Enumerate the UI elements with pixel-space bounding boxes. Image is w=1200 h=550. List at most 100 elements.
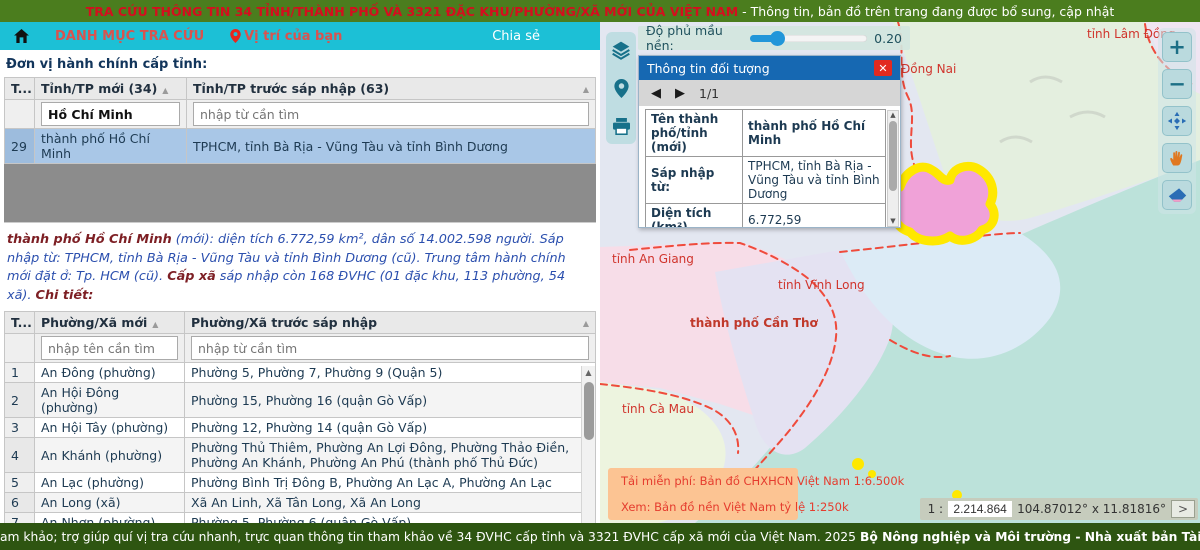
left-panel: Đơn vị hành chính cấp tỉnh: T... Tỉnh/TP… xyxy=(0,50,600,523)
top-title-bar: TRA CỨU THÔNG TIN 34 TỈNH/THÀNH PHỐ VÀ 3… xyxy=(0,0,1200,22)
scale-input[interactable] xyxy=(948,501,1012,517)
col-header-old-ward[interactable]: Phường/Xã trước sáp nhập▲ xyxy=(185,312,596,334)
close-icon: ✕ xyxy=(878,62,887,75)
ward-old-filter-input[interactable] xyxy=(191,336,589,360)
scroll-up-icon[interactable]: ▲ xyxy=(585,366,591,380)
next-feature-button[interactable]: ▶ xyxy=(675,87,685,100)
opacity-control: Độ phủ mầu nền: 0.20 xyxy=(638,26,910,50)
map-canvas[interactable]: tỉnh Lâm Đồng Đồng Nai tỉnh An Giang tỉn… xyxy=(600,22,1200,523)
attr-row: Diện tích (km²)6.772,59 xyxy=(646,204,886,228)
pan-icon xyxy=(1167,111,1187,131)
zoom-in-button[interactable]: + xyxy=(1162,32,1192,62)
share-button[interactable]: Chia sẻ xyxy=(492,29,540,44)
app-window: TRA CỨU THÔNG TIN 34 TỈNH/THÀNH PHỐ VÀ 3… xyxy=(0,0,1200,550)
map-label-ca-mau: tỉnh Cà Mau xyxy=(622,402,694,416)
nav-location-label: Vị trí của bạn xyxy=(244,29,342,44)
scale-prefix: 1 : xyxy=(928,502,944,516)
chevron-right-icon: > xyxy=(1178,502,1188,516)
ward-row[interactable]: 7An Nhơn (phường)Phường 5, Phường 6 (quậ… xyxy=(5,513,596,523)
pan-hand-button[interactable] xyxy=(1162,143,1192,173)
feature-attributes-table: Tên thành phố/tỉnh (mới)thành phố Hồ Chí… xyxy=(645,109,886,227)
sort-icon: ▲ xyxy=(583,319,589,328)
ward-table-scrollbar[interactable]: ▲ ▼ xyxy=(581,366,595,523)
pin-icon xyxy=(230,29,241,43)
zoom-out-button[interactable]: − xyxy=(1162,69,1192,99)
cursor-coordinates: 104.87012° x 11.81816° xyxy=(1017,502,1166,516)
footer-marquee: am khảo; trợ giúp quí vị tra cứu nhanh, … xyxy=(0,530,856,544)
col-header-new-province[interactable]: Tỉnh/TP mới (34)▲ xyxy=(35,78,187,100)
view-basemap-link[interactable]: Xem: Bản đồ nền Việt Nam tỷ lệ 1:250k xyxy=(616,500,790,514)
popup-close-button[interactable]: ✕ xyxy=(874,60,892,76)
opacity-label: Độ phủ mầu nền: xyxy=(646,23,743,53)
ward-row[interactable]: 3An Hội Tây (phường)Phường 12, Phường 14… xyxy=(5,418,596,438)
col-header-old-province[interactable]: Tỉnh/TP trước sáp nhập (63)▲ xyxy=(187,78,596,100)
location-pin-icon xyxy=(614,79,629,98)
province-old-filter-input[interactable] xyxy=(193,102,589,126)
popup-body: Tên thành phố/tỉnh (mới)thành phố Hồ Chí… xyxy=(639,106,900,227)
summary-province-name: thành phố Hồ Chí Minh xyxy=(7,232,172,247)
table-empty-area xyxy=(4,164,596,222)
map-label-vinh-long: tỉnh Vĩnh Long xyxy=(778,278,865,292)
map-links-box: Tải miễn phí: Bản đồ CHXHCN Việt Nam 1:6… xyxy=(608,468,798,520)
printer-icon xyxy=(612,118,631,135)
province-filter-row xyxy=(5,100,596,129)
col-header-new-ward[interactable]: Phường/Xã mới▲ xyxy=(35,312,185,334)
footer-bar: am khảo; trợ giúp quí vị tra cứu nhanh, … xyxy=(0,523,1200,550)
summary-detail-label: Chi tiết: xyxy=(36,288,94,303)
nav-bar: DANH MỤC TRA CỨU Vị trí của bạn Chia sẻ xyxy=(0,22,600,50)
province-summary: thành phố Hồ Chí Minh (mới): diện tích 6… xyxy=(4,222,596,311)
eraser-icon xyxy=(1168,187,1187,204)
page-title: TRA CỨU THÔNG TIN 34 TỈNH/THÀNH PHỐ VÀ 3… xyxy=(86,4,738,19)
ward-row[interactable]: 6An Long (xã)Xã An Linh, Xã Tân Long, Xã… xyxy=(5,493,596,513)
popup-title-bar[interactable]: Thông tin đối tượng ✕ xyxy=(639,56,900,80)
attr-row: Sáp nhập từ:TPHCM, tỉnh Bà Rịa - Vũng Tà… xyxy=(646,157,886,204)
layers-icon xyxy=(611,40,631,60)
feature-info-popup: Thông tin đối tượng ✕ ◀ ▶ 1/1 Tên thành … xyxy=(638,55,901,228)
ward-row[interactable]: 4An Khánh (phường)Phường Thủ Thiêm, Phườ… xyxy=(5,438,596,473)
ward-filter-row xyxy=(5,334,596,363)
scrollbar-thumb[interactable] xyxy=(584,382,594,440)
download-map-link[interactable]: Tải miễn phí: Bản đồ CHXHCN Việt Nam 1:6… xyxy=(616,474,790,488)
pan-extent-button[interactable] xyxy=(1162,106,1192,136)
nav-item-location[interactable]: Vị trí của bạn xyxy=(230,29,342,44)
province-table: T... Tỉnh/TP mới (34)▲ Tỉnh/TP trước sáp… xyxy=(4,77,596,164)
home-icon xyxy=(14,29,29,43)
sort-icon: ▲ xyxy=(162,86,168,95)
map-label-dong-nai: Đồng Nai xyxy=(901,62,956,76)
ward-table-header: T... Phường/Xã mới▲ Phường/Xã trước sáp … xyxy=(5,312,596,334)
erase-button[interactable] xyxy=(1162,180,1192,210)
opacity-slider[interactable] xyxy=(750,35,867,42)
scrollbar-thumb[interactable] xyxy=(889,121,897,191)
nav-item-danh-muc[interactable]: DANH MỤC TRA CỨU xyxy=(55,29,204,44)
popup-title: Thông tin đối tượng xyxy=(647,61,770,76)
ward-row[interactable]: 1An Đông (phường)Phường 5, Phường 7, Phư… xyxy=(5,363,596,383)
print-button[interactable] xyxy=(609,114,633,138)
layers-button[interactable] xyxy=(609,38,633,62)
ward-row[interactable]: 2An Hội Đông (phường)Phường 15, Phường 1… xyxy=(5,383,596,418)
province-new-filter-input[interactable] xyxy=(41,102,180,126)
pager-count: 1/1 xyxy=(699,86,719,101)
province-section-heading: Đơn vị hành chính cấp tỉnh: xyxy=(4,50,596,77)
col-header-index[interactable]: T... xyxy=(5,78,35,100)
map-tools-right: + − xyxy=(1158,28,1196,214)
scroll-down-icon[interactable]: ▼ xyxy=(888,217,898,225)
col-header-index[interactable]: T... xyxy=(5,312,35,334)
popup-scrollbar[interactable]: ▲ ▼ xyxy=(887,110,899,227)
home-button[interactable] xyxy=(14,29,29,43)
hand-icon xyxy=(1168,149,1186,167)
scale-control: 1 : 104.87012° x 11.81816° > xyxy=(920,498,1198,520)
ward-table-wrap: T... Phường/Xã mới▲ Phường/Xã trước sáp … xyxy=(4,311,596,523)
map-tools-left xyxy=(606,32,636,144)
prev-feature-button[interactable]: ◀ xyxy=(651,87,661,100)
province-table-header: T... Tỉnh/TP mới (34)▲ Tỉnh/TP trước sáp… xyxy=(5,78,596,100)
sort-icon: ▲ xyxy=(583,85,589,94)
province-row-selected[interactable]: 29 thành phố Hồ Chí Minh TPHCM, tỉnh Bà … xyxy=(5,129,596,164)
scroll-up-icon[interactable]: ▲ xyxy=(888,111,898,119)
ward-row[interactable]: 5An Lạc (phường)Phường Bình Trị Đông B, … xyxy=(5,473,596,493)
opacity-value: 0.20 xyxy=(874,31,902,46)
slider-knob[interactable] xyxy=(770,31,785,46)
attr-row: Tên thành phố/tỉnh (mới)thành phố Hồ Chí… xyxy=(646,110,886,157)
scale-expand-button[interactable]: > xyxy=(1171,500,1195,518)
locate-button[interactable] xyxy=(609,76,633,100)
ward-new-filter-input[interactable] xyxy=(41,336,178,360)
